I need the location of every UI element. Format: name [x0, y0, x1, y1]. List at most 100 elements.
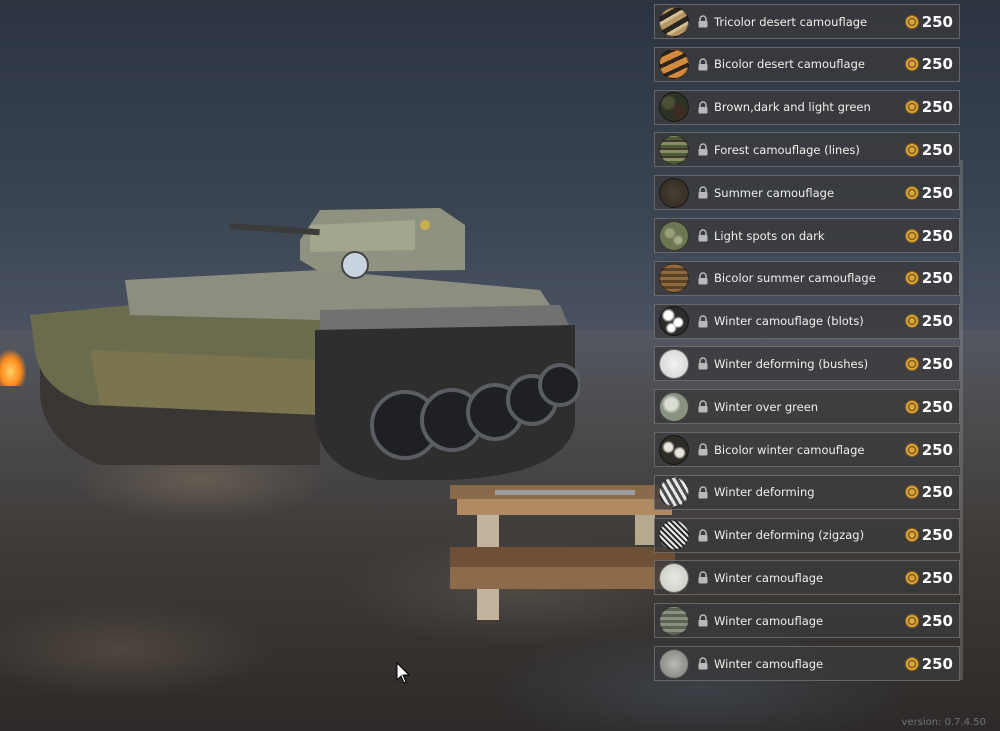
price: 250 [904, 397, 953, 416]
price: 250 [904, 269, 953, 288]
camouflage-name: Winter camouflage (blots) [714, 314, 864, 329]
camouflage-name: Winter over green [714, 399, 819, 414]
price: 250 [904, 654, 953, 673]
price-value: 250 [921, 654, 953, 673]
camouflage-swatch-icon [659, 6, 689, 37]
lock-icon [698, 657, 708, 670]
lock-icon [698, 443, 708, 456]
price-value: 250 [921, 312, 953, 331]
camouflage-name: Bicolor summer camouflage [714, 271, 876, 286]
lock-icon [698, 100, 708, 114]
gold-coin-icon [904, 142, 919, 157]
gold-coin-icon [904, 442, 919, 457]
camouflage-swatch-icon [659, 562, 689, 593]
version-label: version: 0.7.4.50 [901, 717, 986, 728]
price: 250 [904, 140, 953, 159]
camouflage-item[interactable]: Bicolor winter camouflage 250 [654, 432, 960, 467]
camouflage-name: Forest camouflage (lines) [714, 142, 860, 157]
camouflage-swatch-icon [659, 348, 689, 379]
price-value: 250 [921, 183, 953, 202]
camouflage-item[interactable]: Winter camouflage 250 [654, 560, 960, 596]
lock-icon [698, 229, 708, 242]
camouflage-name: Bicolor winter camouflage [714, 442, 865, 457]
lock-icon [698, 58, 708, 71]
price: 250 [904, 227, 953, 245]
camouflage-item[interactable]: Winter deforming (zigzag) 250 [654, 517, 960, 553]
camouflage-item[interactable]: Brown,dark and light green 250 [654, 89, 960, 125]
camouflage-name: Winter camouflage [714, 656, 824, 671]
camouflage-list: Tricolor desert camouflage 250 Bicolor des… [654, 4, 962, 684]
camouflage-name: Tricolor desert camouflage [714, 14, 868, 29]
camouflage-name: Winter deforming (bushes) [714, 356, 869, 371]
price: 250 [904, 12, 953, 31]
camouflage-swatch-icon [659, 177, 689, 208]
camouflage-item[interactable]: Winter camouflage (blots) 250 [654, 303, 960, 339]
wooden-bench [450, 485, 675, 620]
lock-icon [698, 400, 708, 413]
camouflage-name: Winter camouflage [714, 570, 824, 585]
camouflage-swatch-icon [659, 263, 689, 294]
camouflage-item[interactable]: Light spots on dark 250 [654, 218, 960, 253]
camouflage-swatch-icon [659, 220, 689, 251]
price: 250 [904, 355, 953, 373]
camouflage-item[interactable]: Winter deforming 250 [654, 474, 960, 510]
t-26-tank [30, 208, 580, 480]
camouflage-swatch-icon [659, 92, 689, 123]
gold-coin-icon [904, 399, 919, 414]
camouflage-name: Winter deforming [714, 485, 815, 500]
gold-coin-icon [904, 485, 919, 500]
camouflage-item[interactable]: Winter camouflage 250 [654, 646, 960, 681]
camouflage-item[interactable]: Winter camouflage 250 [654, 603, 960, 639]
camouflage-swatch-icon [659, 434, 689, 465]
camouflage-item[interactable]: Winter deforming (bushes) 250 [654, 346, 960, 382]
price: 250 [904, 98, 953, 117]
price-value: 250 [921, 611, 953, 630]
price-value: 250 [921, 269, 953, 288]
lock-icon [698, 614, 708, 627]
price: 250 [904, 183, 953, 202]
price-value: 250 [921, 440, 953, 459]
price-value: 250 [921, 568, 953, 587]
camouflage-name: Winter camouflage [714, 613, 824, 628]
camouflage-item[interactable]: Bicolor summer camouflage 250 [654, 260, 960, 296]
lock-icon [698, 486, 708, 499]
camouflage-item[interactable]: Winter over green 250 [654, 389, 960, 425]
price-value: 250 [921, 140, 953, 159]
price-value: 250 [921, 483, 953, 502]
mouse-cursor-icon [396, 662, 410, 684]
camouflage-item[interactable]: Tricolor desert camouflage 250 [654, 4, 960, 39]
gold-coin-icon [904, 528, 919, 543]
lock-icon [698, 571, 708, 584]
camouflage-swatch-icon [659, 477, 689, 508]
camouflage-swatch-icon [659, 49, 689, 80]
lock-icon [698, 272, 708, 285]
gold-coin-icon [904, 57, 919, 72]
camouflage-name: Bicolor desert camouflage [714, 57, 865, 72]
camouflage-name: Summer camouflage [714, 185, 835, 200]
price-value: 250 [921, 98, 953, 117]
price: 250 [904, 440, 953, 459]
lock-icon [698, 143, 708, 156]
price: 250 [904, 568, 953, 587]
lock-icon [698, 357, 708, 370]
camouflage-swatch-icon [659, 306, 689, 337]
price: 250 [904, 611, 953, 630]
price: 250 [904, 312, 953, 331]
price-value: 250 [921, 12, 953, 31]
list-scrollbar[interactable] [960, 160, 963, 680]
lock-icon [698, 186, 708, 199]
camouflage-item[interactable]: Bicolor desert camouflage 250 [654, 46, 960, 82]
price: 250 [904, 483, 953, 502]
camouflage-swatch-icon [659, 605, 689, 636]
camouflage-swatch-icon [659, 520, 689, 551]
price: 250 [904, 55, 953, 73]
gold-coin-icon [904, 185, 919, 200]
camouflage-item[interactable]: Forest camouflage (lines) 250 [654, 132, 960, 168]
gold-coin-icon [904, 613, 919, 628]
camouflage-swatch-icon [659, 391, 689, 422]
camouflage-item[interactable]: Summer camouflage 250 [654, 175, 960, 211]
gold-coin-icon [904, 656, 919, 671]
gold-coin-icon [904, 14, 919, 29]
camouflage-swatch-icon [659, 648, 689, 679]
price-value: 250 [921, 397, 953, 416]
